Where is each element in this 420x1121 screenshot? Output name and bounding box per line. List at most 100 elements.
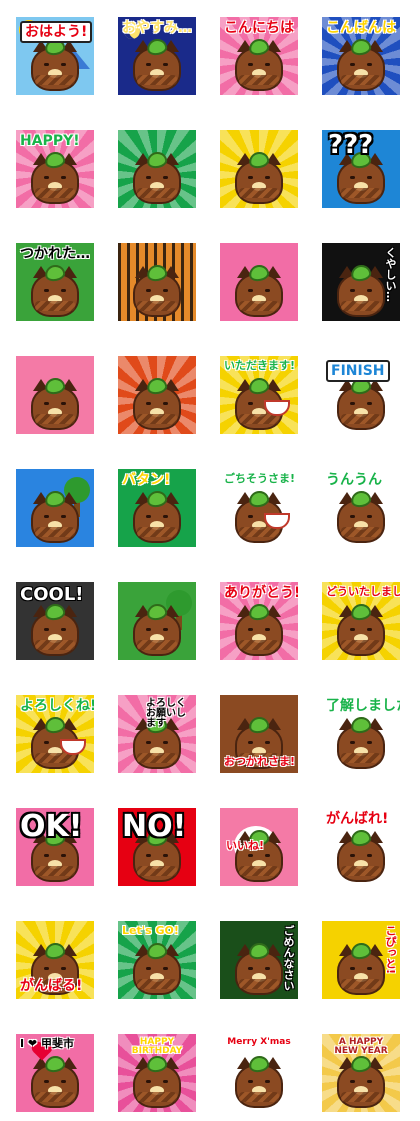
cat-eye xyxy=(248,289,253,292)
sticker-oyasumi[interactable]: おやすみ… xyxy=(118,17,196,95)
sticker-arigatou[interactable]: ありがとう! xyxy=(220,582,298,660)
sticker-konnichiwa[interactable]: こんにちは xyxy=(220,17,298,95)
cat-character xyxy=(133,715,181,769)
cat-eye xyxy=(163,402,168,405)
sticker-no[interactable]: NO! xyxy=(118,808,196,886)
cat-pattern xyxy=(341,188,381,198)
sticker-kopitto[interactable]: こぴっと! xyxy=(322,921,400,999)
cat-eye xyxy=(350,967,355,970)
sticker-label: こぴっと! xyxy=(384,925,397,975)
sticker-ryoukai[interactable]: 了解しました xyxy=(322,695,400,773)
cat-eye xyxy=(248,63,253,66)
sticker-ganbaru[interactable]: がんばる! xyxy=(16,921,94,999)
cat-eye xyxy=(163,176,168,179)
sticker-blank-green[interactable] xyxy=(118,130,196,208)
cat-eye xyxy=(146,1080,151,1083)
cat-eye xyxy=(44,967,49,970)
cat-eye xyxy=(248,628,253,631)
cat-eye xyxy=(350,63,355,66)
cat-eye xyxy=(350,741,355,744)
sticker-itadakimasu[interactable]: いただきます! xyxy=(220,356,298,434)
sticker-ganbare[interactable]: がんばれ! xyxy=(322,808,400,886)
cat-eye xyxy=(44,63,49,66)
cat-eye xyxy=(44,515,49,518)
cat-pattern xyxy=(137,979,177,989)
sticker-tsukareta[interactable]: つかれた… xyxy=(16,243,94,321)
cat-eye xyxy=(146,628,151,631)
sticker-gomennasai[interactable]: ごめんなさい xyxy=(220,921,298,999)
cat-character xyxy=(337,150,385,204)
cat-eye xyxy=(163,854,168,857)
sticker-yoroshikune[interactable]: よろしくね! xyxy=(16,695,94,773)
sticker-label: Merry X'mas xyxy=(227,1037,291,1047)
cat-pattern xyxy=(137,414,177,424)
sticker-ohayo[interactable]: おはよう! xyxy=(16,17,94,95)
sticker-gochisousama[interactable]: ごちそうさま! xyxy=(220,469,298,547)
sticker-batan[interactable]: バタン! xyxy=(118,469,196,547)
cat-pattern xyxy=(137,188,177,198)
sticker-konbanwa[interactable]: こんばんは xyxy=(322,17,400,95)
sticker-label: I ❤ 甲斐市 xyxy=(20,1037,74,1050)
cat-pattern xyxy=(341,527,381,537)
sticker-merry-xmas[interactable]: Merry X'mas xyxy=(220,1034,298,1112)
sticker-i-love-kofu[interactable]: I ❤ 甲斐市 xyxy=(16,1034,94,1112)
cat-character xyxy=(31,150,79,204)
sticker-finish[interactable]: FINISH xyxy=(322,356,400,434)
cat-eye xyxy=(146,402,151,405)
cat-eye xyxy=(61,402,66,405)
sticker-ok[interactable]: OK! xyxy=(16,808,94,886)
cat-character xyxy=(235,941,283,995)
cat-character xyxy=(235,263,283,317)
sticker-label: こんにちは xyxy=(224,20,294,36)
sticker-blank-festival[interactable] xyxy=(118,356,196,434)
sticker-kuyashii[interactable]: くやしい… xyxy=(322,243,400,321)
sticker-yoroshiku-onegai[interactable]: よろしくお願いします xyxy=(118,695,196,773)
sticker-label: COOL! xyxy=(20,584,84,605)
cat-eye xyxy=(163,741,168,744)
cat-eye xyxy=(61,515,66,518)
cat-eye xyxy=(248,967,253,970)
sticker-blank-pink[interactable] xyxy=(220,243,298,321)
cat-pattern xyxy=(35,301,75,311)
cat-eye xyxy=(350,854,355,857)
sticker-blank-yellow[interactable] xyxy=(220,130,298,208)
sticker-happy[interactable]: HAPPY! xyxy=(16,130,94,208)
cat-eye xyxy=(163,1080,168,1083)
sticker-happy-new-year[interactable]: A HAPPY NEW YEAR xyxy=(322,1034,400,1112)
sticker-grid: おはよう! おやすみ… こんにちは こんばんは HAPPY!??? つかれた… くやしい… い… xyxy=(0,0,420,1121)
sticker-otsukaresama[interactable]: おつかれさま! xyxy=(220,695,298,773)
cat-eye xyxy=(265,1080,270,1083)
cat-eye xyxy=(61,628,66,631)
sticker-blank-forest[interactable] xyxy=(118,582,196,660)
cat-character xyxy=(133,1054,181,1108)
sticker-label: どういたしまして xyxy=(326,585,400,598)
sticker-cool[interactable]: COOL! xyxy=(16,582,94,660)
sticker-iine[interactable]: いいね! xyxy=(220,808,298,886)
cat-pattern xyxy=(239,188,279,198)
cat-pattern xyxy=(239,640,279,650)
sticker-question[interactable]: ??? xyxy=(322,130,400,208)
sticker-blank-stripes[interactable] xyxy=(118,243,196,321)
cat-character xyxy=(133,150,181,204)
cat-eye xyxy=(367,1080,372,1083)
sticker-happy-birthday[interactable]: HAPPY BIRTHDAY xyxy=(118,1034,196,1112)
sticker-douitashimashite[interactable]: どういたしまして xyxy=(322,582,400,660)
sticker-blank-hiker[interactable] xyxy=(16,469,94,547)
sticker-unun[interactable]: うんうん xyxy=(322,469,400,547)
cat-pattern xyxy=(341,753,381,763)
sticker-blank-pink2[interactable] xyxy=(16,356,94,434)
cat-character xyxy=(337,37,385,91)
cat-character xyxy=(31,828,79,882)
cat-eye xyxy=(248,741,253,744)
sticker-label: ごちそうさま! xyxy=(224,472,296,485)
cat-eye xyxy=(44,854,49,857)
cat-eye xyxy=(248,1080,253,1083)
sticker-label: おやすみ… xyxy=(122,20,192,36)
sticker-lets-go[interactable]: Let's GO! xyxy=(118,921,196,999)
sticker-label: いいね! xyxy=(226,839,265,852)
cat-eye xyxy=(146,63,151,66)
sticker-label: つかれた… xyxy=(20,246,90,262)
cat-eye xyxy=(367,741,372,744)
cat-pattern xyxy=(341,866,381,876)
cat-character xyxy=(133,489,181,543)
